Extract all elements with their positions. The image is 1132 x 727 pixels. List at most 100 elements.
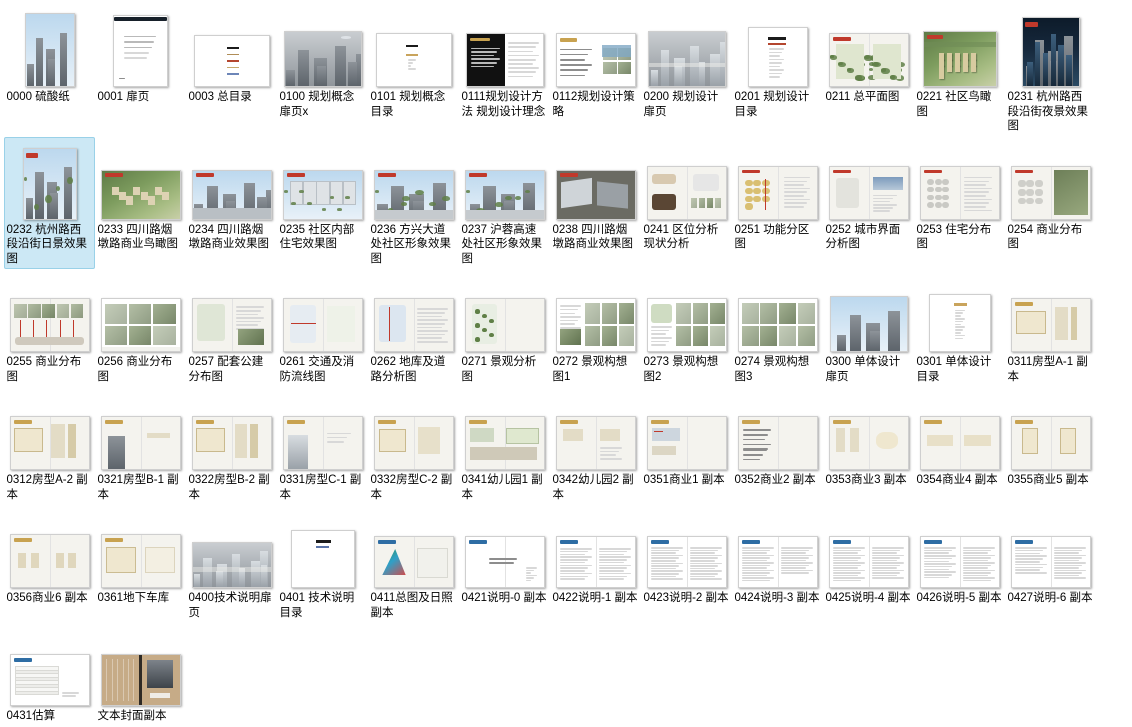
thumbnail-preview [553,274,639,352]
thumbnail-item[interactable]: 0321房型B-1 副本 [95,387,186,505]
thumbnail-item[interactable]: 0400技术说明扉页 [186,505,277,623]
thumbnail-item[interactable]: 0221 社区鸟瞰图 [914,4,1005,137]
thumbnail-item[interactable]: 0422说明-1 副本 [550,505,641,623]
thumbnail-label: 0257 配套公建分布图 [188,356,264,383]
thumbnail-item[interactable]: 0342幼儿园2 副本 [550,387,641,505]
thumbnail-item[interactable]: 0241 区位分析现状分析 [641,137,732,270]
thumbnail-preview [826,274,912,352]
page-thumbnail-landscape-concept-3 [737,298,818,352]
thumbnail-item[interactable]: 0201 规划设计目录 [732,4,823,137]
thumbnail-item[interactable]: 0355商业5 副本 [1005,387,1096,505]
thumbnail-item[interactable]: 0351商业1 副本 [641,387,732,505]
thumbnail-preview [735,9,821,87]
page-thumbnail-photo-grid [100,298,181,352]
thumbnail-preview [7,9,93,87]
thumbnail-item[interactable]: 0112规划设计策略 [550,4,641,137]
thumbnail-item[interactable]: 0001 扉页 [95,4,186,137]
thumbnail-item[interactable]: 0253 住宅分布图 [914,137,1005,270]
thumbnail-item[interactable]: 0236 方兴大道处社区形象效果图 [368,137,459,270]
thumbnail-preview [462,274,548,352]
thumbnail-item[interactable]: 0341幼儿园1 副本 [459,387,550,505]
thumbnail-item[interactable]: 0252 城市界面分析图 [823,137,914,270]
thumbnail-preview [553,142,639,220]
thumbnail-label: 0421说明-0 副本 [461,592,547,604]
page-thumbnail-estimate-table [9,654,90,706]
page-thumbnail-residential-dist [919,165,1000,220]
thumbnail-item[interactable]: 0238 四川路烟墩路商业效果图 [550,137,641,270]
thumbnail-item[interactable]: 0301 单体设计目录 [914,269,1005,387]
thumbnail-item[interactable]: 0331房型C-1 副本 [277,387,368,505]
page-thumbnail-interior-court-render [282,169,363,220]
thumbnail-item[interactable]: 0312房型A-2 副本 [4,387,95,505]
page-thumbnail-toc-gold [928,294,991,352]
thumbnail-item[interactable]: 0200 规划设计扉页 [641,4,732,137]
thumbnail-preview [189,142,275,220]
thumbnail-item[interactable]: 0237 沪蓉高速处社区形象效果图 [459,137,550,270]
thumbnail-preview [189,274,275,352]
thumbnail-item[interactable]: 0361地下车库 [95,505,186,623]
thumbnail-label: 0256 商业分布图 [97,356,173,383]
thumbnail-item[interactable]: 0273 景观构想图2 [641,269,732,387]
page-thumbnail-spec-text-5 [919,536,1000,588]
thumbnail-item[interactable]: 0233 四川路烟墩路商业鸟瞰图 [95,137,186,270]
thumbnail-item[interactable]: 0426说明-5 副本 [914,505,1005,623]
thumbnail-item[interactable]: 0254 商业分布图 [1005,137,1096,270]
thumbnail-preview [917,274,1003,352]
thumbnail-item[interactable]: 0401 技术说明目录 [277,505,368,623]
thumbnail-item[interactable]: 0425说明-4 副本 [823,505,914,623]
thumbnail-item[interactable]: 0235 社区内部住宅效果图 [277,137,368,270]
thumbnail-item[interactable]: 0311房型A-1 副本 [1005,269,1096,387]
thumbnail-item[interactable]: 0262 地库及道路分析图 [368,269,459,387]
thumbnail-label: 0251 功能分区图 [734,223,810,251]
thumbnail-preview [644,9,730,87]
thumbnail-item[interactable]: 0332房型C-2 副本 [368,387,459,505]
thumbnail-item[interactable]: 0356商业6 副本 [4,505,95,623]
thumbnail-item[interactable]: 0257 配套公建分布图 [186,269,277,387]
thumbnail-label: 0252 城市界面分析图 [825,223,901,251]
thumbnail-item[interactable]: 0000 硫酸纸 [4,4,95,137]
thumbnail-item[interactable]: 0100 规划概念扉页x [277,4,368,137]
thumbnail-item[interactable]: 0261 交通及消防流线图 [277,269,368,387]
page-thumbnail-toc-color-bars [193,35,270,87]
thumbnail-preview [7,510,93,588]
thumbnail-item[interactable]: 0424说明-3 副本 [732,505,823,623]
thumbnail-item[interactable]: 0232 杭州路西段沿街日景效果图 [4,136,95,269]
thumbnail-item[interactable]: 文本封面副本 [95,623,186,727]
page-thumbnail-unit-plan-a2 [9,416,90,470]
page-thumbnail-unit-plan-b2 [191,416,272,470]
page-thumbnail-public-facility [191,298,272,352]
thumbnail-item[interactable]: 0231 杭州路西段沿街夜景效果图 [1005,4,1096,137]
thumbnail-preview [98,392,184,470]
thumbnail-grid[interactable]: 0000 硫酸纸 0001 扉页 0003 总目录 0100 规划概念扉页x 0101 … [0,0,1132,722]
thumbnail-item[interactable]: 0431估算 [4,623,95,727]
thumbnail-preview [7,628,93,706]
thumbnail-item[interactable]: 0256 商业分布图 [95,269,186,387]
thumbnail-item[interactable]: 0111规划设计方法 规划设计理念 [459,4,550,137]
thumbnail-item[interactable]: 0101 规划概念目录 [368,4,459,137]
page-thumbnail-shop-6 [9,534,90,588]
thumbnail-item[interactable]: 0427说明-6 副本 [1005,505,1096,623]
thumbnail-preview [826,392,912,470]
thumbnail-item[interactable]: 0271 景观分析图 [459,269,550,387]
page-thumbnail-shop-2 [737,416,818,470]
thumbnail-item[interactable]: 0300 单体设计扉页 [823,269,914,387]
thumbnail-item[interactable]: 0354商业4 副本 [914,387,1005,505]
thumbnail-label: 0241 区位分析现状分析 [643,223,719,251]
thumbnail-item[interactable]: 0353商业3 副本 [823,387,914,505]
thumbnail-preview [7,142,93,220]
thumbnail-label: 0231 杭州路西段沿街夜景效果图 [1007,91,1089,132]
thumbnail-item[interactable]: 0423说明-2 副本 [641,505,732,623]
thumbnail-item[interactable]: 0234 四川路烟墩路商业效果图 [186,137,277,270]
thumbnail-item[interactable]: 0421说明-0 副本 [459,505,550,623]
thumbnail-item[interactable]: 0211 总平面图 [823,4,914,137]
thumbnail-item[interactable]: 0411总图及日照 副本 [368,505,459,623]
thumbnail-label: 0361地下车库 [97,592,170,604]
thumbnail-item[interactable]: 0251 功能分区图 [732,137,823,270]
thumbnail-item[interactable]: 0272 景观构想图1 [550,269,641,387]
thumbnail-item[interactable]: 0003 总目录 [186,4,277,137]
thumbnail-item[interactable]: 0274 景观构想图3 [732,269,823,387]
thumbnail-item[interactable]: 0255 商业分布图 [4,269,95,387]
thumbnail-item[interactable]: 0322房型B-2 副本 [186,387,277,505]
thumbnail-item[interactable]: 0352商业2 副本 [732,387,823,505]
thumbnail-label: 0411总图及日照 副本 [370,592,453,619]
